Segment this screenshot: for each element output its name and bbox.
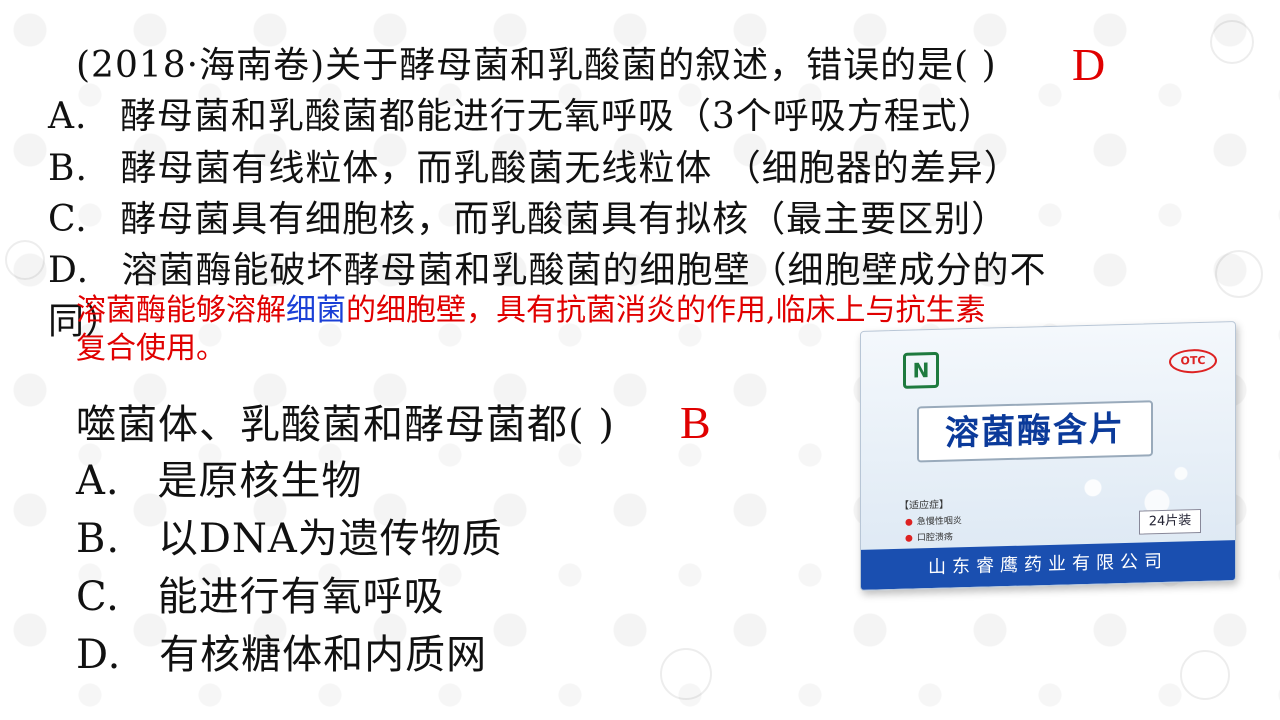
question1-stem: (2018·海南卷)关于酵母菌和乳酸菌的叙述，错误的是( ): [76, 45, 997, 86]
option-text: 能进行有氧呼吸: [157, 574, 445, 620]
option-letter: C.: [76, 574, 120, 620]
decor-ball-icon: [1210, 20, 1254, 64]
q2-option-d: D. 有核糖体和内质网: [76, 622, 487, 680]
q1-option-d: D. 溶菌酶能破坏酵母菌和乳酸菌的细胞壁（细胞壁成分的不: [48, 241, 1047, 293]
option-letter: A.: [48, 96, 88, 137]
lysozyme-note: 溶菌酶能够溶解细菌的细胞壁，具有抗菌消炎的作用,临床上与抗生素 复合使用。: [76, 292, 986, 368]
option-text: 溶菌酶能破坏酵母菌和乳酸菌的细胞壁（细胞壁成分的不: [121, 250, 1047, 291]
option-text: 酵母菌有线粒体，而乳酸菌无线粒体 （细胞器的差异）: [120, 148, 1021, 189]
option-letter: D.: [76, 632, 122, 678]
q1-option-c: C. 酵母菌具有细胞核，而乳酸菌具有拟核（最主要区别）: [48, 190, 1008, 242]
q1-option-a: A. 酵母菌和乳酸菌都能进行无氧呼吸（3个呼吸方程式）: [48, 87, 995, 139]
question2-answer: B: [680, 397, 712, 448]
product-name: 溶菌酶含片: [917, 400, 1153, 463]
option-letter: C.: [48, 199, 88, 240]
q2-option-b: B. 以DNA为遗传物质: [76, 506, 503, 564]
q2-option-a: A. 是原核生物: [76, 448, 362, 506]
indication-heading: 【适应症】: [899, 499, 949, 512]
question2-stem: 噬菌体、乳酸菌和酵母菌都( ): [76, 402, 615, 448]
option-letter: B.: [76, 516, 121, 562]
indication-item: 口腔溃疡: [905, 529, 953, 543]
otc-badge: OTC: [1169, 348, 1217, 374]
note-text-line2: 复合使用。: [76, 331, 226, 366]
tablet-count: 24片装: [1139, 508, 1201, 535]
option-text: 有核糖体和内质网: [159, 632, 488, 678]
decor-ball-icon: [1215, 250, 1263, 298]
q2-option-c: C. 能进行有氧呼吸: [76, 564, 445, 622]
indication-item: 急慢性咽炎: [905, 513, 962, 527]
question1-answer: D: [1072, 39, 1107, 90]
option-text: 酵母菌具有细胞核，而乳酸菌具有拟核（最主要区别）: [120, 199, 1009, 240]
option-letter: B.: [48, 148, 88, 189]
manufacturer: 山东睿鹰药业有限公司: [861, 540, 1235, 590]
decor-ball-icon: [1180, 650, 1230, 700]
option-text: 是原核生物: [157, 458, 363, 504]
decor-ball-icon: [5, 240, 45, 280]
decor-ball-icon: [660, 648, 712, 700]
note-text: 的细胞壁，具有抗菌消炎的作用,临床上与抗生素: [346, 293, 986, 328]
note-highlight-bacteria: 细菌: [286, 293, 346, 328]
option-letter: D.: [48, 250, 90, 291]
option-text: 酵母菌和乳酸菌都能进行无氧呼吸（3个呼吸方程式）: [119, 96, 995, 137]
q1-option-b: B. 酵母菌有线粒体，而乳酸菌无线粒体 （细胞器的差异）: [48, 139, 1021, 191]
option-letter: A.: [76, 458, 120, 504]
option-text: 以DNA为遗传物质: [157, 516, 503, 562]
note-text: 溶菌酶能够溶解: [76, 293, 286, 328]
